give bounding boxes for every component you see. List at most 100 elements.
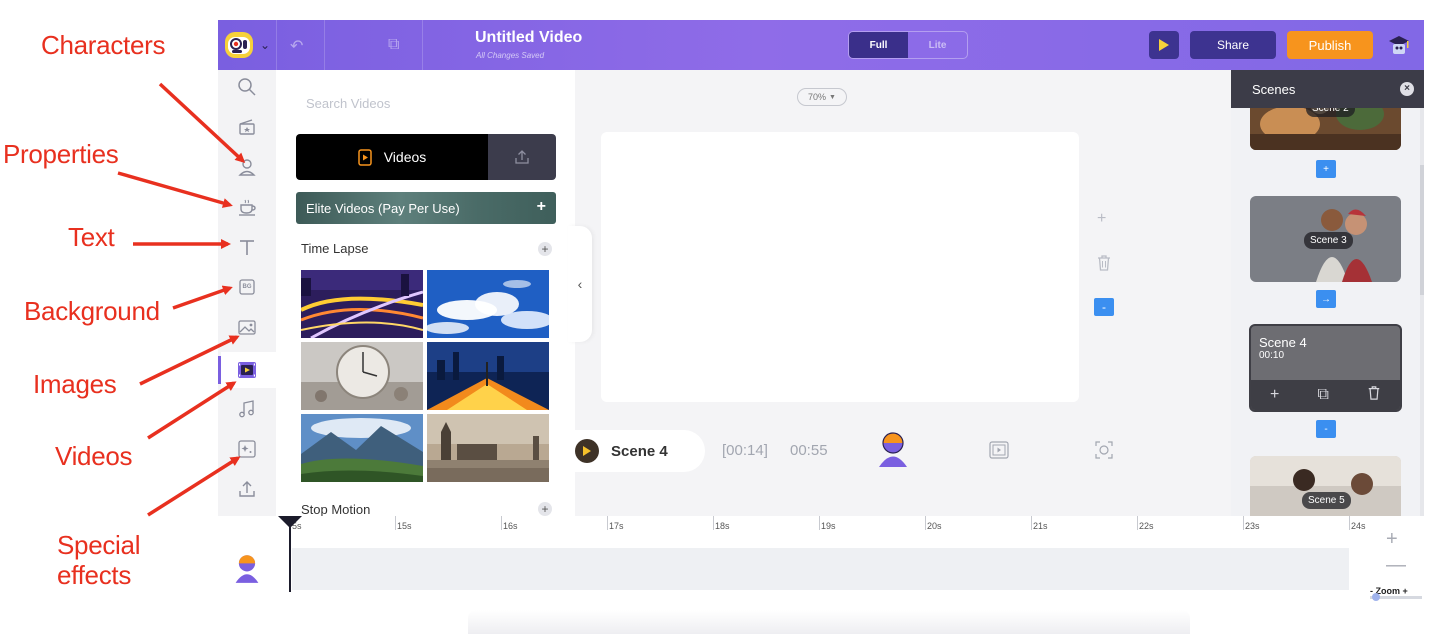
zoom-out-button[interactable]: — bbox=[1386, 554, 1406, 577]
mode-full-button[interactable]: Full bbox=[849, 32, 908, 58]
video-thumbnail[interactable] bbox=[427, 342, 549, 410]
add-scene-button[interactable]: → bbox=[1316, 290, 1336, 308]
remove-scene-button[interactable]: - bbox=[1316, 420, 1336, 438]
video-thumbnail[interactable] bbox=[427, 270, 549, 338]
scene-play-control[interactable]: Scene 4 bbox=[571, 430, 705, 472]
caret-down-icon: ▼ bbox=[829, 93, 836, 101]
images-icon[interactable] bbox=[236, 316, 258, 338]
arrow-properties bbox=[117, 171, 233, 208]
add-scene-button[interactable]: + bbox=[1316, 160, 1336, 178]
ruler-tick bbox=[713, 516, 714, 530]
ruler-tick bbox=[819, 516, 820, 530]
properties-icon[interactable] bbox=[236, 196, 258, 218]
duplicate-icon[interactable]: ⧉ bbox=[1317, 386, 1328, 404]
highway-night-thumbnail bbox=[301, 270, 423, 338]
mode-toggle[interactable]: Full Lite bbox=[848, 31, 968, 59]
ruler-tick bbox=[1031, 516, 1032, 530]
search-videos-input[interactable] bbox=[306, 96, 526, 111]
ruler-tick bbox=[1137, 516, 1138, 530]
scene-icon[interactable] bbox=[236, 116, 258, 138]
ruler-label: 17s bbox=[609, 521, 624, 531]
video-library-panel: Videos Elite Videos (Pay Per Use) + Time… bbox=[276, 70, 575, 516]
character-avatar-icon[interactable] bbox=[234, 554, 260, 589]
divider bbox=[276, 20, 277, 70]
scene-card-3[interactable]: Scene 3 bbox=[1250, 196, 1401, 282]
current-scene-name: Scene 4 bbox=[611, 442, 668, 460]
scene-card-label: Scene 4 bbox=[1259, 335, 1307, 350]
zoom-in-button[interactable]: + bbox=[1386, 528, 1398, 551]
camera-focus-icon[interactable] bbox=[1095, 441, 1113, 464]
animaker-logo-icon[interactable] bbox=[222, 28, 256, 62]
ruler-tick bbox=[925, 516, 926, 530]
ruler-tick bbox=[607, 516, 608, 530]
search-icon[interactable] bbox=[236, 76, 258, 98]
ruler-label: 23s bbox=[1245, 521, 1260, 531]
scene-card-4-selected[interactable]: Scene 4 00:10 + ⧉ bbox=[1249, 324, 1402, 412]
characters-icon[interactable] bbox=[236, 156, 258, 178]
scene-canvas[interactable] bbox=[601, 132, 1079, 402]
videos-icon[interactable] bbox=[236, 359, 258, 381]
videos-tab[interactable]: Videos bbox=[296, 134, 488, 180]
annotation-images: Images bbox=[33, 369, 117, 399]
duplicate-icon[interactable]: ⧉ bbox=[388, 36, 399, 54]
tool-sidebar: BG bbox=[218, 70, 276, 516]
character-avatar-icon[interactable] bbox=[877, 432, 909, 473]
music-icon[interactable] bbox=[236, 398, 258, 420]
scene-duration: 00:10 bbox=[1259, 350, 1285, 361]
ruler-label: 24s bbox=[1351, 521, 1366, 531]
scenes-scrollbar-thumb[interactable] bbox=[1420, 165, 1424, 295]
stage-area: 70% ▼ + - Scene 4 [00:14] 00:55 bbox=[571, 70, 1231, 516]
background-icon[interactable]: BG bbox=[236, 276, 258, 298]
stage-zoom-dropdown[interactable]: 70% ▼ bbox=[797, 88, 847, 106]
trash-icon[interactable] bbox=[1367, 385, 1381, 406]
logo-chevron-down-icon[interactable]: ⌄ bbox=[260, 38, 270, 52]
mode-lite-button[interactable]: Lite bbox=[908, 32, 967, 58]
ruler-label: 20s bbox=[927, 521, 942, 531]
upload-icon[interactable] bbox=[236, 478, 258, 500]
timeline-track[interactable] bbox=[292, 548, 1349, 590]
ruler-label: 15s bbox=[397, 521, 412, 531]
undo-icon[interactable]: ↶ bbox=[290, 36, 303, 56]
help-icon[interactable] bbox=[1386, 32, 1412, 58]
bg-badge-label: BG bbox=[242, 284, 252, 290]
expand-stop-motion-icon[interactable]: + bbox=[538, 502, 552, 516]
special-effects-icon[interactable] bbox=[236, 438, 258, 460]
scene-card-5[interactable]: Scene 5 bbox=[1250, 456, 1401, 516]
video-film-icon[interactable] bbox=[989, 441, 1009, 464]
ruler-label: 21s bbox=[1033, 521, 1048, 531]
close-icon[interactable]: × bbox=[1400, 82, 1414, 96]
expand-time-lapse-icon[interactable]: + bbox=[538, 242, 552, 256]
collapse-panel-button[interactable]: ‹ bbox=[568, 226, 592, 342]
scene-card-label: Scene 5 bbox=[1302, 492, 1351, 509]
text-icon[interactable] bbox=[236, 236, 258, 258]
elite-videos-banner[interactable]: Elite Videos (Pay Per Use) + bbox=[296, 192, 556, 224]
zoom-slider-knob[interactable] bbox=[1372, 593, 1380, 601]
scenes-header: Scenes × bbox=[1231, 70, 1424, 108]
preview-play-button[interactable] bbox=[1149, 31, 1179, 59]
ruler-label: 22s bbox=[1139, 521, 1154, 531]
scenes-title: Scenes bbox=[1252, 82, 1296, 97]
video-thumbnail[interactable] bbox=[427, 414, 549, 482]
ruler-label: 16s bbox=[503, 521, 518, 531]
video-thumbnail[interactable] bbox=[301, 342, 423, 410]
city-sunset-thumbnail bbox=[427, 342, 549, 410]
clock-crowd-thumbnail bbox=[301, 342, 423, 410]
publish-button[interactable]: Publish bbox=[1287, 31, 1373, 59]
add-item-icon[interactable]: + bbox=[1097, 210, 1106, 228]
video-file-icon bbox=[357, 148, 372, 166]
section-title-time-lapse: Time Lapse bbox=[301, 241, 369, 256]
ruler-label: 19s bbox=[821, 521, 836, 531]
add-icon[interactable]: + bbox=[1270, 386, 1279, 404]
playhead-handle[interactable] bbox=[278, 516, 302, 528]
upload-video-tab[interactable] bbox=[488, 134, 556, 180]
video-thumbnail[interactable] bbox=[301, 270, 423, 338]
annotation-characters: Characters bbox=[41, 30, 166, 60]
share-button[interactable]: Share bbox=[1190, 31, 1276, 59]
project-title[interactable]: Untitled Video bbox=[475, 29, 582, 47]
elite-add-icon[interactable]: + bbox=[537, 198, 546, 216]
trash-icon[interactable] bbox=[1096, 254, 1112, 277]
play-icon[interactable] bbox=[575, 439, 599, 463]
video-thumbnail[interactable] bbox=[301, 414, 423, 482]
annotation-special-effects-line1: Special bbox=[57, 530, 141, 560]
collapse-button[interactable]: - bbox=[1094, 298, 1114, 316]
